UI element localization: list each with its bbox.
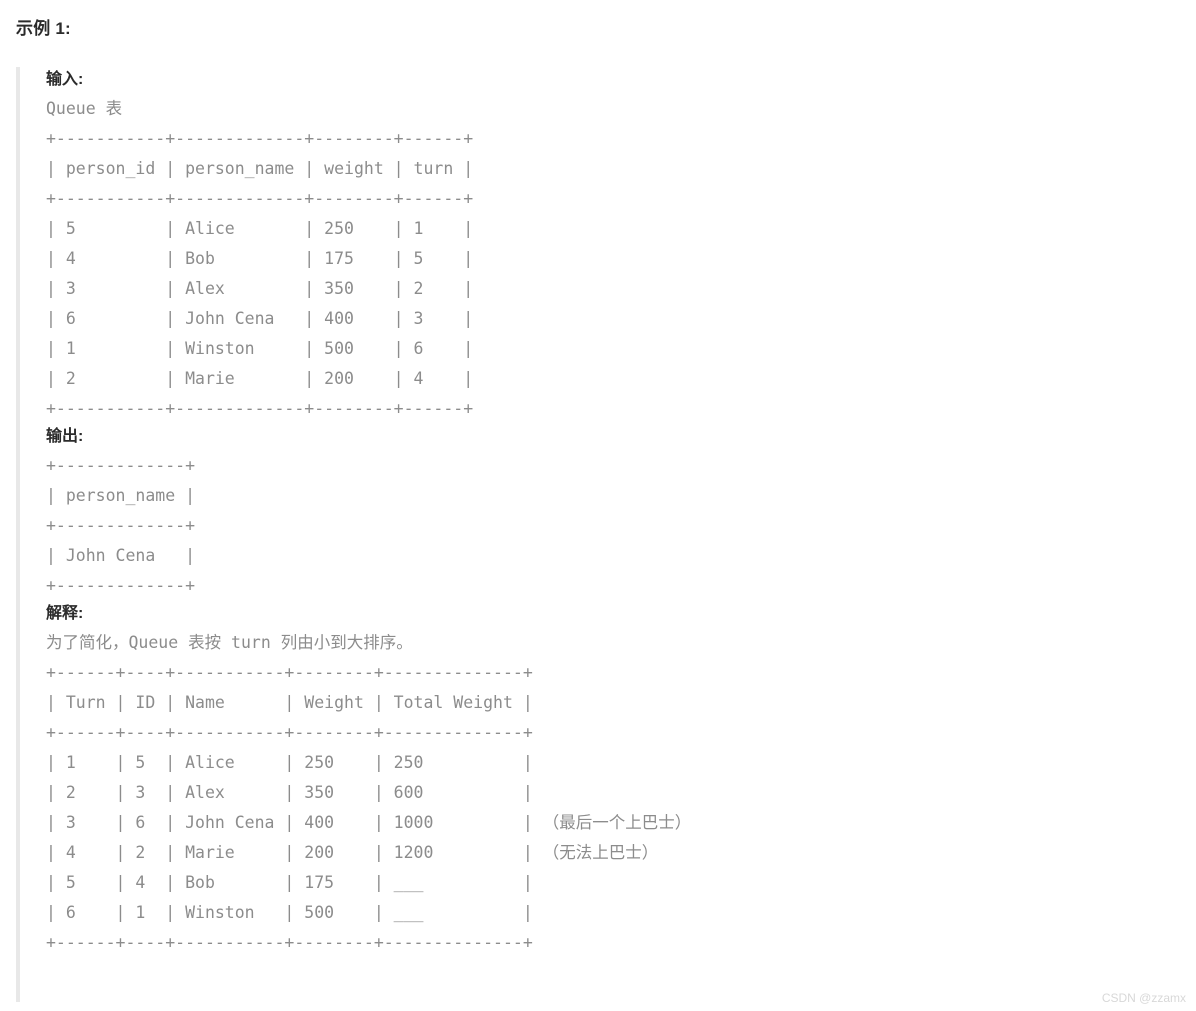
watermark: CSDN @zzamx [1101, 991, 1186, 1005]
explanation-heading: 解释: [46, 605, 84, 622]
explanation-ascii-table: +------+----+-----------+--------+------… [46, 663, 692, 952]
output-section: 输出: +-------------+ | person_name | +---… [46, 424, 1176, 601]
page-title: 示例 1: [16, 19, 71, 38]
output-ascii-table: +-------------+ | person_name | +-------… [46, 456, 196, 595]
input-table-caption: Queue 表 [46, 99, 123, 118]
example-blockquote: 输入: Queue 表 +-----------+-------------+-… [16, 67, 1176, 1002]
explanation-note: 为了简化，Queue 表按 turn 列由小到大排序。 [46, 633, 413, 652]
example-page: 示例 1: 输入: Queue 表 +-----------+---------… [0, 0, 1196, 1011]
output-heading: 输出: [46, 428, 84, 445]
input-section: 输入: Queue 表 +-----------+-------------+-… [46, 67, 1176, 424]
input-heading: 输入: [46, 71, 84, 88]
input-ascii-table: +-----------+-------------+--------+----… [46, 129, 474, 418]
explanation-section: 解释: 为了简化，Queue 表按 turn 列由小到大排序。 +------+… [46, 601, 1176, 958]
